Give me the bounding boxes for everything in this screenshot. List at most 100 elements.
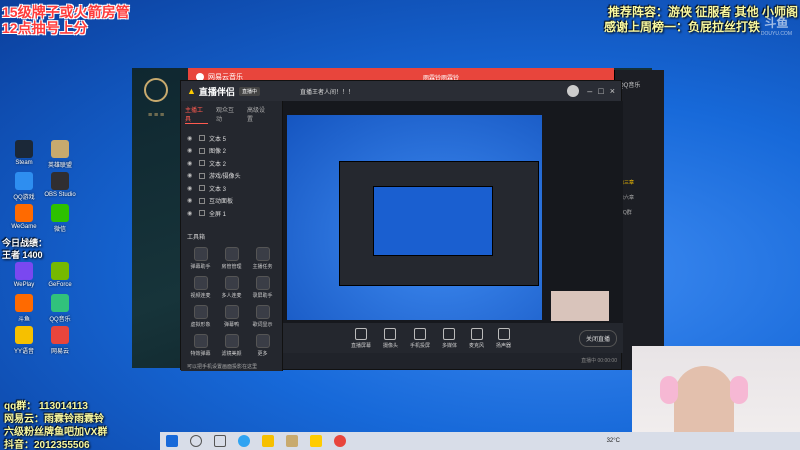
checkbox-icon[interactable]: [199, 160, 205, 167]
desktop-icon-label: OBS Studio: [44, 192, 76, 198]
scene-item[interactable]: ◉ 游戏/摄像头: [181, 170, 282, 183]
taskbar: 32°C: [160, 432, 800, 450]
tool-label: 多人连麦: [221, 292, 242, 299]
scene-label: 文本 2: [209, 161, 227, 168]
desktop-icon[interactable]: QQ游戏: [4, 172, 44, 201]
music-taskbar-icon[interactable]: [334, 435, 346, 447]
scene-item[interactable]: ◉ 互动面板: [181, 195, 282, 208]
bottom-tool-button[interactable]: 摄像头: [383, 327, 398, 349]
headphone-icon: [730, 376, 748, 404]
desktop-icon[interactable]: WePlay: [4, 262, 44, 288]
desktop-icon[interactable]: Steam: [4, 140, 44, 166]
desktop-icon[interactable]: GeForce: [40, 262, 80, 288]
app-icon: [51, 172, 69, 190]
tool-label: 房管管理: [221, 263, 242, 270]
tool-item[interactable]: 房管管理: [216, 246, 247, 270]
bottom-tool-label: 麦克风: [469, 342, 485, 349]
stream-app-title: 直播伴侣: [198, 86, 235, 97]
tool-icon: [224, 275, 239, 290]
bottom-tool-button[interactable]: 麦克风: [469, 327, 485, 349]
desktop-icon-label: Steam: [15, 160, 33, 166]
tab-interact[interactable]: 观众互动: [216, 105, 239, 124]
desktop-icon[interactable]: 微信: [40, 204, 80, 233]
scene-item[interactable]: ◉ 图像 2: [181, 145, 282, 158]
room-title[interactable]: 直播王者人间！！！: [300, 87, 354, 96]
stream-companion-window[interactable]: ▲ 直播伴侣 直播中 直播王者人间！！！ – □ × 主播工具 观众互动 高级设…: [180, 80, 623, 371]
checkbox-icon[interactable]: [199, 172, 205, 179]
start-icon[interactable]: [166, 435, 178, 447]
tool-icon: [193, 333, 208, 348]
bottom-tool-button[interactable]: 扬声器: [496, 327, 511, 349]
bottom-toolbar: 直播屏幕 摄像头 手机投屏 多媒体 麦克风 扬声器 关闭直播: [283, 323, 623, 353]
minimize-icon[interactable]: –: [587, 86, 592, 96]
tool-item[interactable]: 录屏助手: [247, 275, 278, 299]
desktop-icon[interactable]: WeGame: [4, 204, 44, 230]
stream-logo-icon: ▲: [187, 86, 196, 96]
bottom-tool-button[interactable]: 多媒体: [442, 327, 457, 349]
app-icon: [15, 172, 33, 190]
tool-icon: [224, 246, 239, 261]
search-icon[interactable]: [190, 435, 202, 447]
scene-label: 文本 3: [209, 186, 227, 193]
eye-icon[interactable]: ◉: [187, 147, 195, 154]
tool-item[interactable]: 特效弹幕: [185, 333, 216, 357]
scene-label: 全屏 1: [209, 211, 227, 218]
scene-item[interactable]: ◉ 文本 5: [181, 132, 282, 145]
tool-icon: [255, 275, 270, 290]
scene-item[interactable]: ◉ 全屏 1: [181, 207, 282, 220]
lol-taskbar-icon[interactable]: [286, 435, 298, 447]
tool-item[interactable]: 歌词显示: [247, 304, 278, 328]
checkbox-icon[interactable]: [199, 185, 205, 192]
scene-item[interactable]: ◉ 文本 3: [181, 182, 282, 195]
stream-status-badge: 直播中: [238, 86, 260, 96]
tool-item[interactable]: 更多: [247, 333, 278, 357]
avatar[interactable]: [567, 85, 580, 97]
desktop-icon[interactable]: OBS Studio: [40, 172, 80, 198]
eye-icon[interactable]: ◉: [187, 172, 195, 179]
checkbox-icon[interactable]: [199, 135, 205, 142]
close-icon[interactable]: ×: [610, 86, 615, 96]
scene-item[interactable]: ◉ 文本 2: [181, 157, 282, 170]
eye-icon[interactable]: ◉: [187, 135, 195, 142]
desktop-icon[interactable]: 斗鱼: [4, 294, 44, 323]
bottom-tool-button[interactable]: 直播屏幕: [350, 327, 371, 349]
tool-item[interactable]: 滤镜美颜: [216, 333, 247, 357]
hint-text: 可以把手机设置画面投影在这里: [187, 363, 258, 370]
tool-label: 视频连麦: [190, 292, 211, 299]
eye-icon[interactable]: ◉: [187, 197, 195, 204]
desktop-icon[interactable]: YY语音: [4, 326, 44, 355]
preview-canvas[interactable]: [283, 101, 623, 323]
tool-item[interactable]: 视频连麦: [185, 275, 216, 299]
checkbox-icon[interactable]: [199, 197, 205, 204]
overlay-top-right-line2: 感谢上周榜一：负屁拉丝打铁: [603, 20, 760, 34]
tab-tools[interactable]: 主播工具: [185, 105, 208, 124]
eye-icon[interactable]: ◉: [187, 210, 195, 217]
preview-nested-window-inner: [373, 186, 493, 256]
bottom-tool-button[interactable]: 手机投屏: [410, 327, 430, 349]
eye-icon[interactable]: ◉: [187, 160, 195, 167]
stream-taskbar-icon[interactable]: [310, 435, 322, 447]
tool-item[interactable]: 多人连麦: [216, 275, 247, 299]
checkbox-icon[interactable]: [199, 210, 205, 217]
tool-label: 弹幕鸭: [223, 321, 239, 328]
tab-settings[interactable]: 高级设置: [247, 105, 270, 124]
tool-item[interactable]: 虚拟形象: [185, 304, 216, 328]
desktop-icon[interactable]: 网易云: [40, 326, 80, 355]
taskview-icon[interactable]: [214, 435, 226, 447]
checkbox-icon[interactable]: [199, 147, 205, 154]
scene-label: 游戏/摄像头: [209, 174, 241, 181]
desktop-icon[interactable]: QQ音乐: [40, 294, 80, 323]
desktop-icon[interactable]: 英雄联盟: [40, 140, 80, 169]
stop-stream-button[interactable]: 关闭直播: [578, 329, 617, 347]
tool-item[interactable]: 弹幕助手: [185, 246, 216, 270]
bottom-tool-icon: [384, 327, 397, 340]
bottom-tool-label: 直播屏幕: [350, 342, 371, 349]
maximize-icon[interactable]: □: [598, 86, 603, 96]
explorer-icon[interactable]: [262, 435, 274, 447]
tool-item[interactable]: 主播任务: [247, 246, 278, 270]
eye-icon[interactable]: ◉: [187, 185, 195, 192]
edge-icon[interactable]: [238, 435, 250, 447]
tool-item[interactable]: 弹幕鸭: [216, 304, 247, 328]
stream-titlebar[interactable]: ▲ 直播伴侣 直播中 直播王者人间！！！ – □ ×: [181, 81, 621, 101]
app-icon: [51, 204, 69, 222]
